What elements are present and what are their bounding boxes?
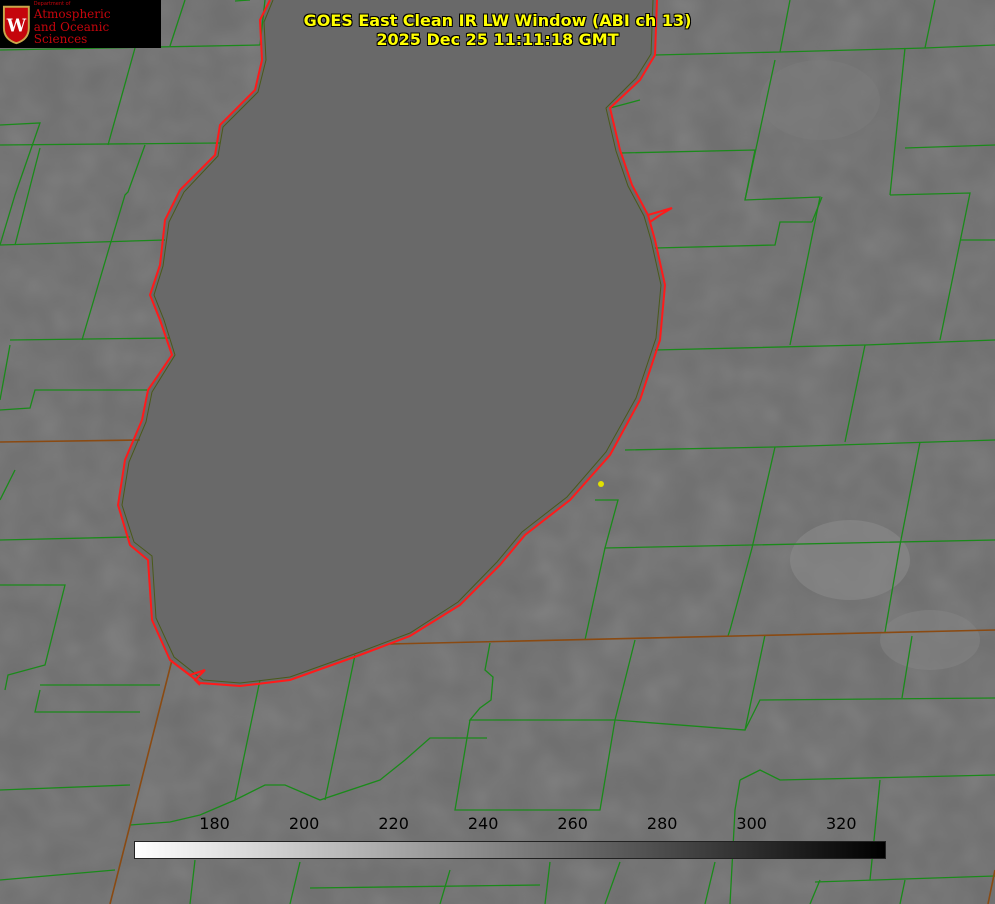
cloud-patch	[880, 610, 980, 670]
cloud-patch	[760, 60, 880, 140]
colorbar-tick-label: 220	[378, 814, 409, 833]
colorbar-tick-label: 260	[557, 814, 588, 833]
title-line-1: GOES East Clean IR LW Window (ABI ch 13)	[303, 11, 692, 30]
colorbar-tick-label: 300	[736, 814, 767, 833]
map-canvas	[0, 0, 995, 904]
colorbar-tick-label: 320	[825, 814, 857, 833]
image-title: GOES East Clean IR LW Window (ABI ch 13)…	[0, 11, 995, 49]
colorbar-tick-label: 280	[646, 814, 678, 833]
satellite-map-view: W Department of Atmospheric and Oceanic …	[0, 0, 995, 904]
colorbar-tick-label: 180	[199, 814, 230, 833]
colorbar-tick-label: 240	[467, 814, 499, 833]
title-line-2: 2025 Dec 25 11:11:18 GMT	[376, 30, 619, 49]
colorbar-tick-label: 200	[288, 814, 320, 833]
location-marker	[598, 481, 604, 487]
colorbar-tick-labels: 180 200 220 240 260 280 300 320	[0, 814, 995, 844]
colorbar	[134, 841, 886, 859]
